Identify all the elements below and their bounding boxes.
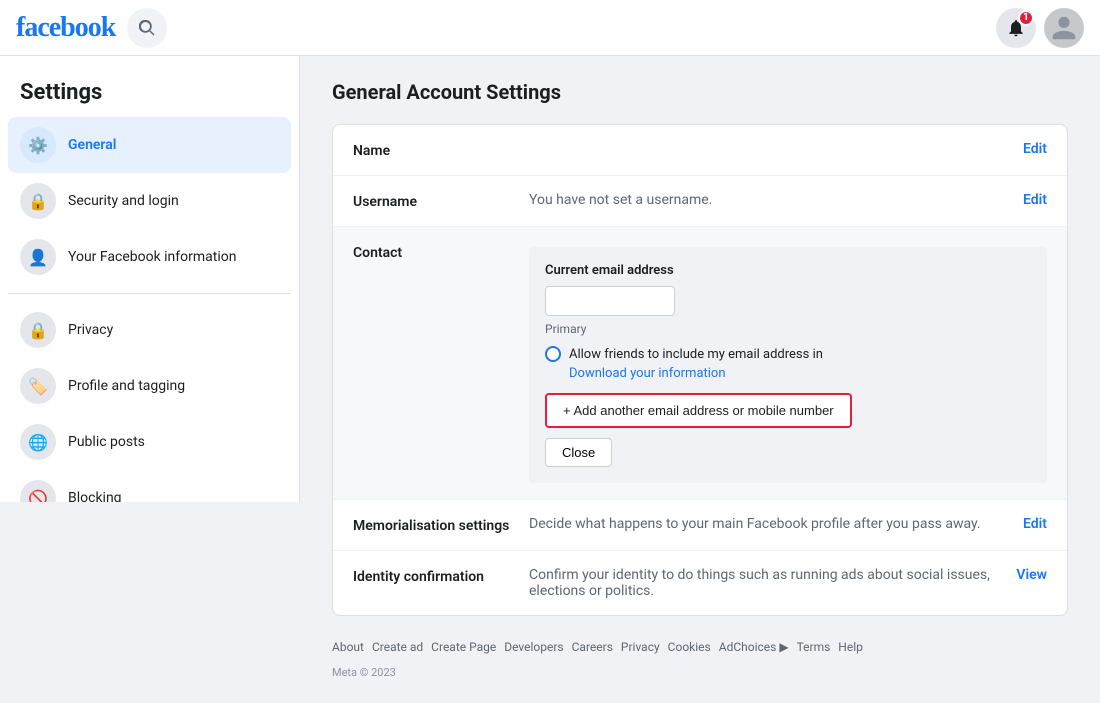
footer-create-ad[interactable]: Create ad bbox=[372, 640, 423, 654]
footer-developers[interactable]: Developers bbox=[504, 640, 563, 654]
settings-card: Name Edit Username You have not set a us… bbox=[332, 124, 1068, 616]
username-content: You have not set a username. bbox=[529, 192, 1007, 208]
sidebar-divider-1 bbox=[8, 293, 291, 294]
footer-help[interactable]: Help bbox=[838, 640, 863, 654]
search-button[interactable] bbox=[127, 8, 167, 48]
identity-row: Identity confirmation Confirm your ident… bbox=[333, 551, 1067, 615]
identity-label: Identity confirmation bbox=[353, 567, 513, 585]
add-email-wrapper: + Add another email address or mobile nu… bbox=[545, 393, 1031, 428]
name-action: Edit bbox=[1023, 141, 1047, 157]
add-email-button[interactable]: + Add another email address or mobile nu… bbox=[545, 393, 852, 428]
facebook-logo: facebook bbox=[16, 14, 115, 42]
notifications-button[interactable]: 1 bbox=[996, 8, 1036, 48]
sidebar-item-privacy[interactable]: 🔒 Privacy bbox=[8, 302, 291, 358]
search-icon bbox=[139, 20, 155, 36]
general-icon: ⚙️ bbox=[20, 127, 56, 163]
username-edit-link[interactable]: Edit bbox=[1023, 192, 1047, 208]
email-label: Current email address bbox=[545, 263, 1031, 278]
sidebar-label-privacy: Privacy bbox=[68, 322, 113, 338]
identity-action: View bbox=[1016, 567, 1047, 583]
name-label: Name bbox=[353, 141, 513, 159]
sidebar-item-public-posts[interactable]: 🌐 Public posts bbox=[8, 414, 291, 470]
user-avatar[interactable] bbox=[1044, 8, 1084, 48]
settings-page: General Account Settings Name Edit Usern… bbox=[332, 80, 1068, 679]
notification-badge: 1 bbox=[1018, 10, 1034, 26]
download-link[interactable]: Download your information bbox=[569, 366, 1031, 381]
blocking-icon: 🚫 bbox=[20, 480, 56, 502]
public-posts-icon: 🌐 bbox=[20, 424, 56, 460]
name-row: Name Edit bbox=[333, 125, 1067, 176]
allow-friends-radio[interactable] bbox=[545, 346, 561, 362]
footer-terms[interactable]: Terms bbox=[797, 640, 831, 654]
footer-privacy[interactable]: Privacy bbox=[621, 640, 660, 654]
footer-careers[interactable]: Careers bbox=[572, 640, 613, 654]
profile-tagging-icon: 🏷️ bbox=[20, 368, 56, 404]
page-title: General Account Settings bbox=[332, 80, 1068, 104]
contact-section: Current email address Primary Allow frie… bbox=[529, 247, 1047, 483]
sidebar-item-facebook-info[interactable]: 👤 Your Facebook information bbox=[8, 229, 291, 285]
sidebar-label-general: General bbox=[68, 137, 116, 153]
allow-friends-row: Allow friends to include my email addres… bbox=[545, 346, 1031, 362]
sidebar-item-profile-tagging[interactable]: 🏷️ Profile and tagging bbox=[8, 358, 291, 414]
memorialisation-content: Decide what happens to your main Faceboo… bbox=[529, 516, 1007, 532]
memorialisation-row: Memorialisation settings Decide what hap… bbox=[333, 500, 1067, 551]
sidebar-label-profile-tagging: Profile and tagging bbox=[68, 378, 185, 394]
footer-copyright: Meta © 2023 bbox=[332, 666, 1068, 679]
avatar-icon bbox=[1050, 14, 1078, 42]
sidebar-label-public-posts: Public posts bbox=[68, 434, 145, 450]
layout: Settings ⚙️ General 🔒 Security and login… bbox=[0, 56, 1100, 703]
email-input[interactable] bbox=[545, 286, 675, 316]
sidebar-title: Settings bbox=[8, 72, 291, 117]
privacy-icon: 🔒 bbox=[20, 312, 56, 348]
security-icon: 🔒 bbox=[20, 183, 56, 219]
memorialisation-label: Memorialisation settings bbox=[353, 516, 513, 534]
footer-cookies[interactable]: Cookies bbox=[668, 640, 711, 654]
username-label: Username bbox=[353, 192, 513, 210]
topbar: facebook 1 bbox=[0, 0, 1100, 56]
footer-adchoices[interactable]: AdChoices ▶ bbox=[719, 640, 789, 654]
footer-about[interactable]: About bbox=[332, 640, 364, 654]
footer: About Create ad Create Page Developers C… bbox=[332, 640, 1068, 679]
contact-label: Contact bbox=[353, 243, 513, 261]
main-content: General Account Settings Name Edit Usern… bbox=[300, 56, 1100, 703]
sidebar-item-security[interactable]: 🔒 Security and login bbox=[8, 173, 291, 229]
sidebar: Settings ⚙️ General 🔒 Security and login… bbox=[0, 56, 300, 502]
topbar-left: facebook bbox=[16, 8, 167, 48]
contact-content: Current email address Primary Allow frie… bbox=[529, 243, 1047, 483]
sidebar-label-blocking: Blocking bbox=[68, 490, 122, 502]
sidebar-item-blocking[interactable]: 🚫 Blocking bbox=[8, 470, 291, 502]
topbar-right: 1 bbox=[996, 8, 1084, 48]
username-action: Edit bbox=[1023, 192, 1047, 208]
identity-view-link[interactable]: View bbox=[1016, 567, 1047, 583]
footer-create-page[interactable]: Create Page bbox=[431, 640, 496, 654]
close-button[interactable]: Close bbox=[545, 438, 612, 467]
memorialisation-action: Edit bbox=[1023, 516, 1047, 532]
allow-friends-text: Allow friends to include my email addres… bbox=[569, 347, 823, 362]
sidebar-label-facebook-info: Your Facebook information bbox=[68, 249, 236, 265]
identity-content: Confirm your identity to do things such … bbox=[529, 567, 1000, 599]
facebook-info-icon: 👤 bbox=[20, 239, 56, 275]
memorialisation-edit-link[interactable]: Edit bbox=[1023, 516, 1047, 532]
sidebar-item-general[interactable]: ⚙️ General bbox=[8, 117, 291, 173]
username-row: Username You have not set a username. Ed… bbox=[333, 176, 1067, 227]
primary-label: Primary bbox=[545, 322, 1031, 336]
contact-row: Contact Current email address Primary Al… bbox=[333, 227, 1067, 500]
name-edit-link[interactable]: Edit bbox=[1023, 141, 1047, 157]
sidebar-label-security: Security and login bbox=[68, 193, 179, 209]
close-wrapper: Close bbox=[545, 428, 1031, 467]
